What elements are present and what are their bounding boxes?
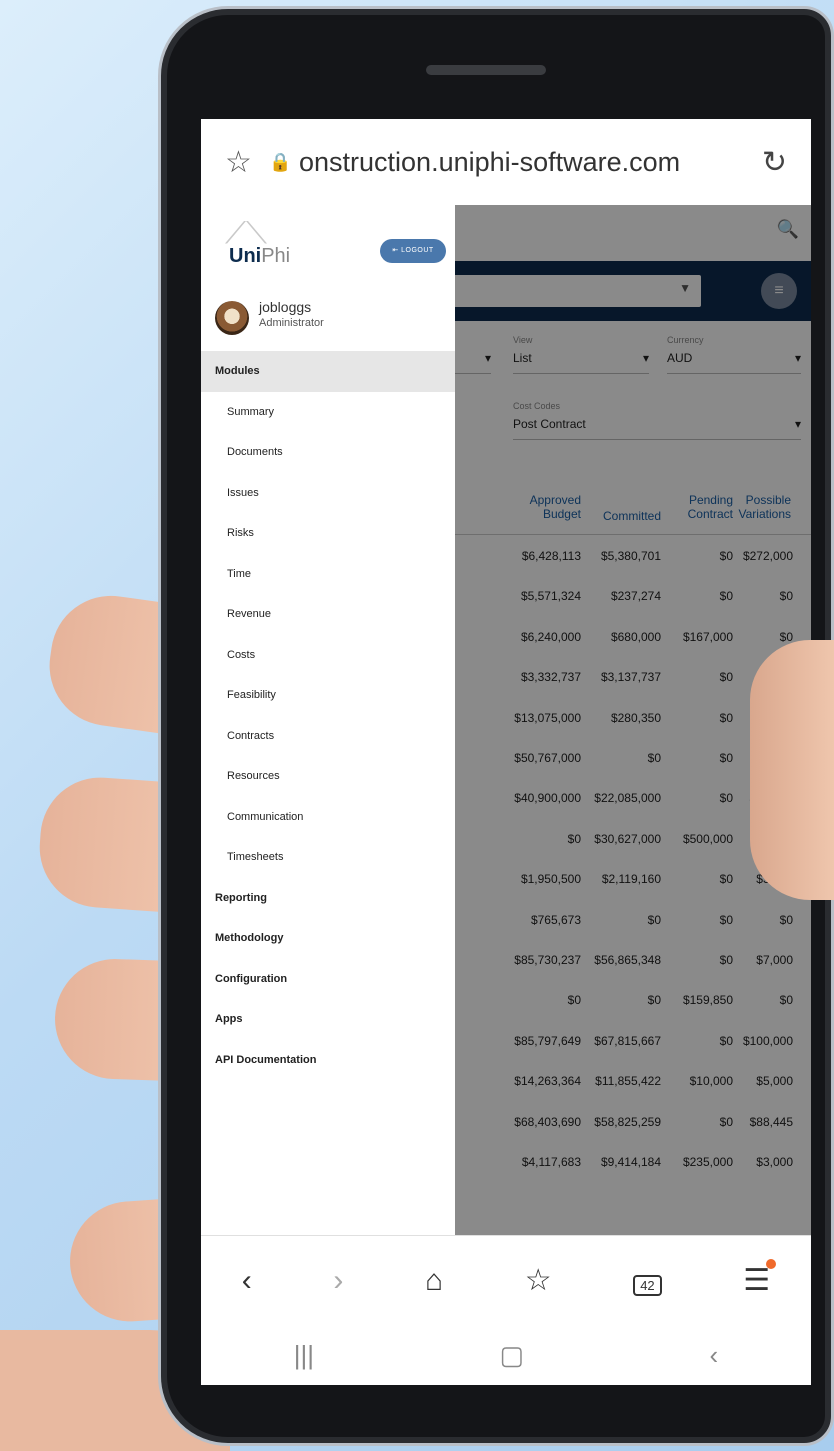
nav-item-documents[interactable]: Documents	[201, 432, 455, 473]
chevron-right-icon[interactable]: ›	[333, 1264, 343, 1298]
nav-drawer: ⟋⟍ UniPhi ⇤ LOGOUT jobloggs Administrato…	[201, 205, 455, 1235]
user-role: Administrator	[259, 317, 324, 329]
nav-item-time[interactable]: Time	[201, 554, 455, 595]
nav-item-apps[interactable]: Apps	[201, 999, 455, 1040]
nav-item-communication[interactable]: Communication	[201, 797, 455, 838]
tab-count: 42	[633, 1274, 662, 1296]
notification-dot	[766, 1259, 777, 1269]
menu-icon[interactable]: ☰	[743, 1259, 777, 1298]
lock-icon: 🔒	[269, 151, 292, 172]
nav-item-revenue[interactable]: Revenue	[201, 594, 455, 635]
nav-item-timesheets[interactable]: Timesheets	[201, 837, 455, 878]
user-profile[interactable]: jobloggs Administrator	[215, 295, 445, 339]
nav-item-costs[interactable]: Costs	[201, 635, 455, 676]
phone-speaker	[426, 65, 546, 75]
nav-item-api-documentation[interactable]: API Documentation	[201, 1040, 455, 1081]
bookmarks-icon[interactable]: ☆	[525, 1263, 552, 1298]
back-icon[interactable]: ‹	[710, 1340, 719, 1371]
nav-item-methodology[interactable]: Methodology	[201, 918, 455, 959]
android-nav-bar: ||| ▢ ‹	[201, 1325, 811, 1385]
logout-icon: ⇤	[392, 247, 402, 254]
nav-item-reporting[interactable]: Reporting	[201, 878, 455, 919]
avatar	[215, 301, 249, 335]
tabs-icon[interactable]: 42	[633, 1264, 662, 1298]
phone-frame: ☆ 🔒 onstruction.uniphi-software.com ↻ 🔍 …	[158, 6, 834, 1446]
browser-url-bar: ☆ 🔒 onstruction.uniphi-software.com ↻	[201, 119, 811, 205]
url-text[interactable]: onstruction.uniphi-software.com	[299, 147, 747, 178]
phone-screen: ☆ 🔒 onstruction.uniphi-software.com ↻ 🔍 …	[201, 119, 811, 1385]
recents-icon[interactable]: |||	[294, 1340, 314, 1371]
user-name: jobloggs	[259, 299, 312, 315]
nav-item-feasibility[interactable]: Feasibility	[201, 675, 455, 716]
logout-button[interactable]: ⇤ LOGOUT	[380, 239, 446, 263]
nav-item-resources[interactable]: Resources	[201, 756, 455, 797]
nav-menu: Modules Summary Documents Issues Risks Time Re…	[201, 351, 455, 1080]
nav-item-configuration[interactable]: Configuration	[201, 959, 455, 1000]
hand-thumb	[750, 640, 834, 900]
nav-item-contracts[interactable]: Contracts	[201, 716, 455, 757]
chevron-left-icon[interactable]: ‹	[242, 1264, 252, 1298]
browser-bottom-bar: ‹ › ⌂ ☆ 42 ☰	[201, 1235, 811, 1325]
nav-item-modules[interactable]: Modules	[201, 351, 455, 392]
nav-item-issues[interactable]: Issues	[201, 473, 455, 514]
uniphi-logo: ⟋⟍ UniPhi	[225, 217, 291, 267]
nav-item-summary[interactable]: Summary	[201, 392, 455, 433]
nav-item-risks[interactable]: Risks	[201, 513, 455, 554]
home-button-icon[interactable]: ▢	[499, 1340, 524, 1371]
home-icon[interactable]: ⌂	[425, 1264, 443, 1298]
star-icon[interactable]: ☆	[225, 145, 269, 180]
reload-icon[interactable]: ↻	[747, 145, 787, 180]
